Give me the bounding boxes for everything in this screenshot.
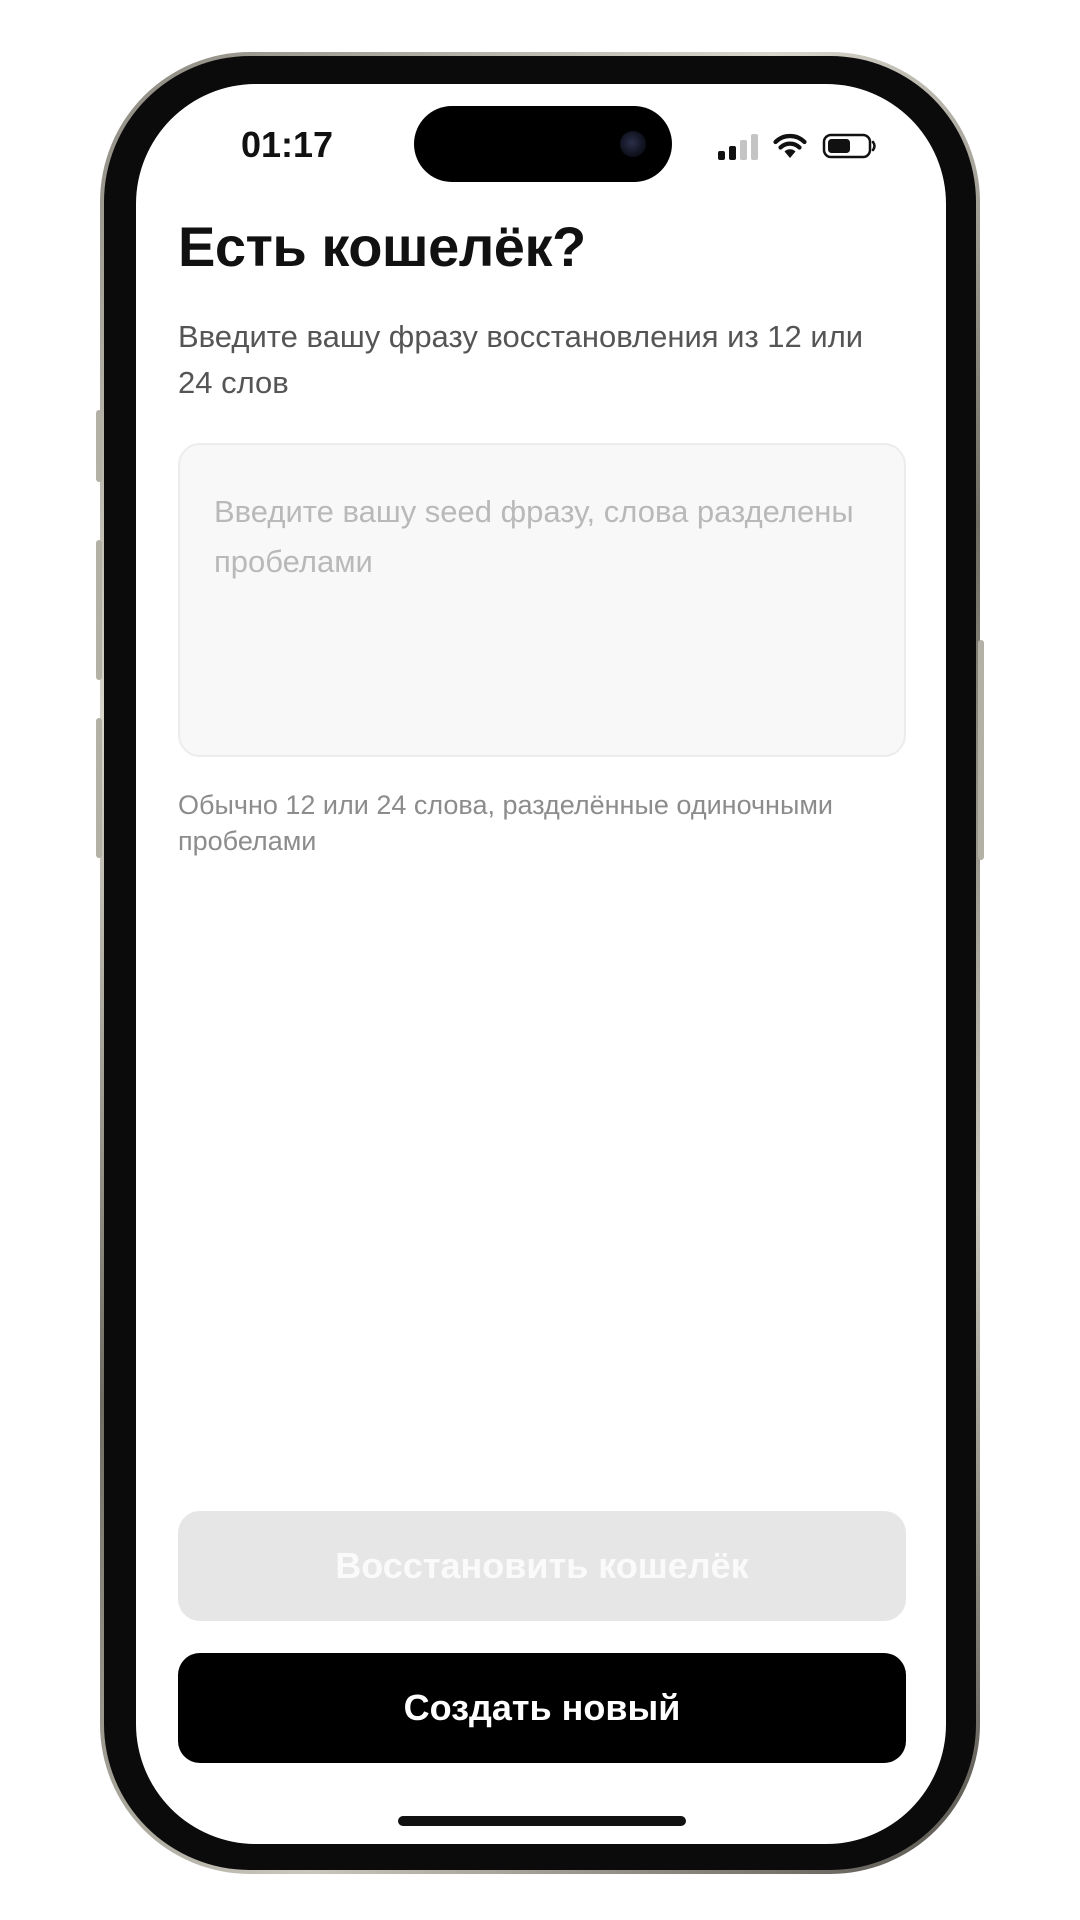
volume-down-button [96,718,102,858]
seed-phrase-input[interactable] [178,443,906,757]
volume-up-button [96,540,102,680]
front-camera-icon [620,131,646,157]
home-indicator [398,1816,686,1826]
status-icons [718,130,878,160]
wifi-icon [772,132,808,160]
phone-screen: 01:17 Есть кошелёк? Введите вашу фразу в… [136,84,946,1844]
restore-wallet-button[interactable]: Восстановить кошелёк [178,1511,906,1621]
cellular-signal-icon [718,134,758,160]
dynamic-island [414,106,672,182]
seed-phrase-hint: Обычно 12 или 24 слова, разделённые один… [178,790,834,856]
create-new-wallet-button[interactable]: Создать новый [178,1653,906,1763]
page-subtitle: Введите вашу фразу восстановления из 12 … [178,319,864,400]
action-button [96,410,102,482]
power-button [978,640,984,860]
battery-icon [822,132,878,160]
page-title: Есть кошелёк? [178,215,586,278]
status-time: 01:17 [241,124,334,165]
